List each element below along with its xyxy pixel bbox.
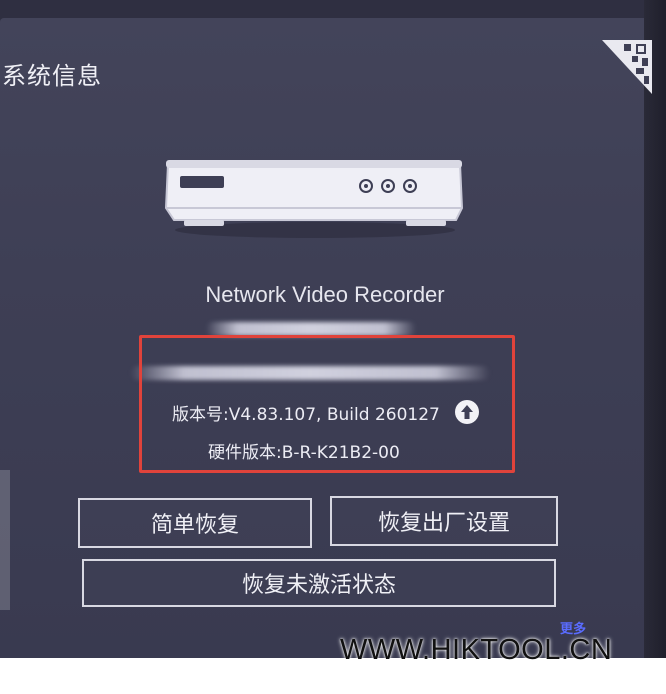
hardware-version: 硬件版本:B-R-K21B2-00 bbox=[208, 443, 400, 463]
firmware-version-row: 版本号:V4.83.107, Build 260127 bbox=[172, 399, 480, 425]
simple-restore-button[interactable]: 简单恢复 bbox=[78, 498, 312, 548]
restore-inactive-button[interactable]: 恢复未激活状态 bbox=[82, 559, 556, 607]
redacted-device-model bbox=[206, 322, 416, 336]
watermark-text: WWW.HIKTOOL.CN bbox=[340, 634, 613, 666]
product-name: Network Video Recorder bbox=[205, 282, 445, 307]
nvr-device-icon bbox=[164, 160, 464, 238]
dialog-title: 系统信息 bbox=[2, 62, 102, 90]
upgrade-arrow-icon[interactable] bbox=[454, 399, 480, 425]
factory-reset-button[interactable]: 恢复出厂设置 bbox=[330, 496, 558, 546]
background-window-edge bbox=[0, 470, 10, 610]
firmware-version: 版本号:V4.83.107, Build 260127 bbox=[172, 404, 440, 425]
qr-code-icon[interactable] bbox=[602, 40, 652, 94]
screen-bezel bbox=[644, 0, 666, 694]
